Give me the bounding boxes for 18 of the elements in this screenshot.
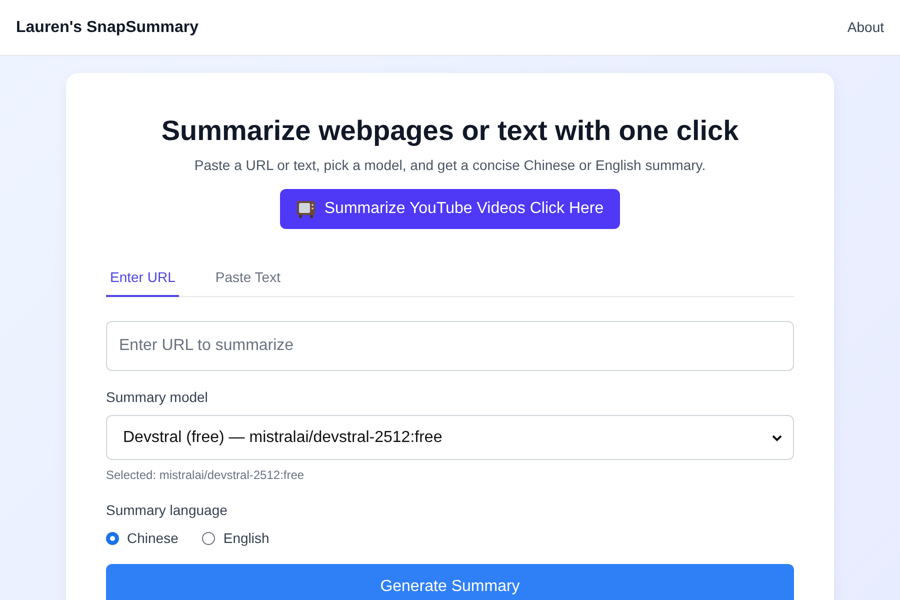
- nav-link[interactable]: About: [847, 18, 884, 34]
- youtube-summarize-button[interactable]: Summarize YouTube Videos Click Here: [280, 189, 620, 229]
- radio-label: Chinese: [127, 530, 178, 546]
- generate-summary-button[interactable]: Generate Summary: [106, 564, 794, 600]
- page-subtitle: Paste a URL or text, pick a model, and get a concise Chinese or English summary.: [193, 157, 707, 173]
- language-label: Summary language: [106, 502, 228, 518]
- tab[interactable]: Paste Text: [211, 259, 284, 297]
- page-title: Summarize webpages or text with one click: [160, 114, 740, 148]
- radio-button[interactable]: [202, 532, 216, 544]
- model-select[interactable]: Devstral (free) — mistralai/devstral-2512:free: [106, 415, 794, 460]
- model-label: Summary model: [106, 389, 209, 405]
- tab[interactable]: Enter URL: [106, 259, 180, 297]
- model-hint: Selected: mistralai/devstral-2512:free: [106, 468, 306, 482]
- radio-label: English: [223, 530, 270, 546]
- television-icon: [296, 199, 316, 219]
- url-input-field[interactable]: Enter URL to summarize: [106, 321, 794, 371]
- radio-button[interactable]: [106, 532, 119, 544]
- brand-title: Lauren's SnapSummary: [16, 18, 199, 36]
